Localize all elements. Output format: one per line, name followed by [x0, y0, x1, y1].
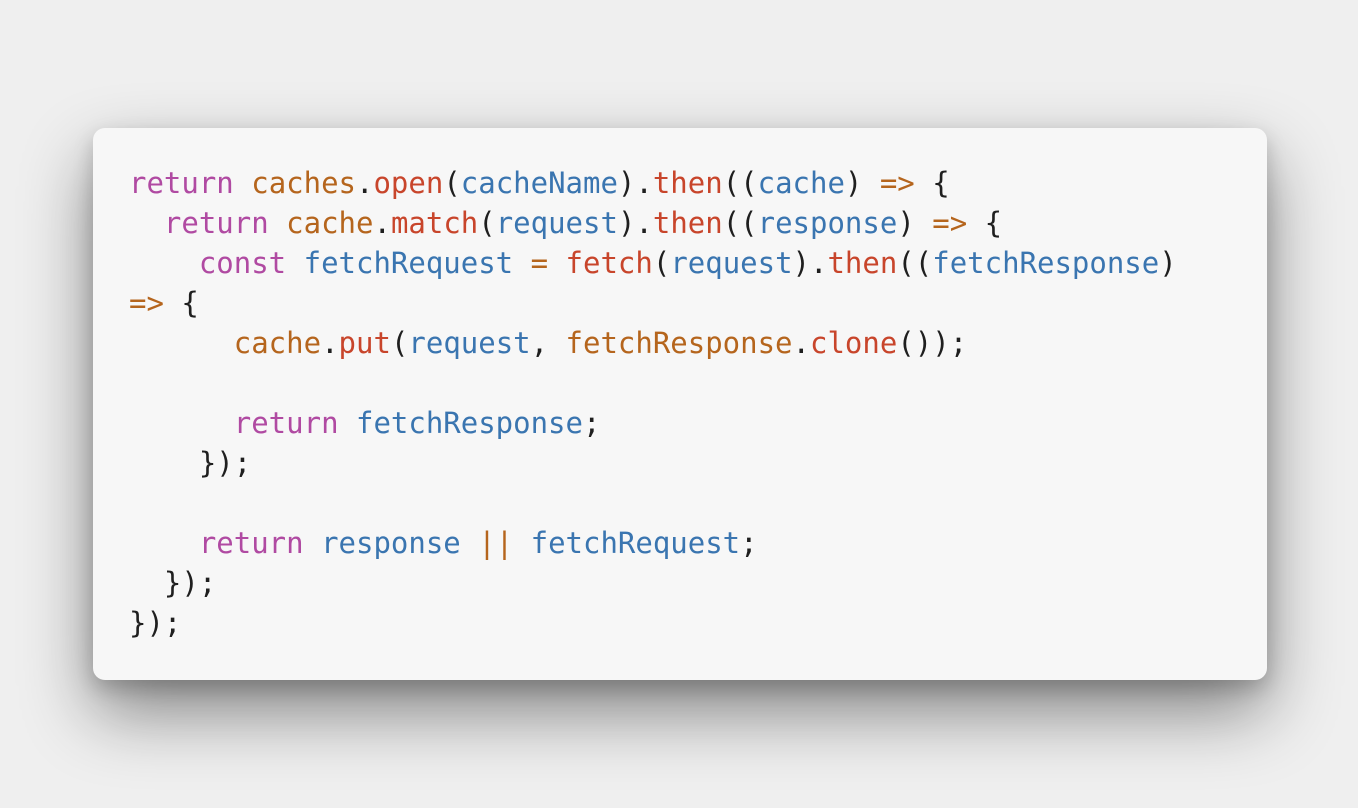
variable-token: response	[321, 526, 461, 560]
code-line: const fetchRequest = fetch(request).then…	[129, 243, 1267, 283]
variable-token: response	[757, 206, 898, 240]
punctuation-token: )	[897, 206, 933, 240]
punctuation-token	[548, 246, 565, 280]
code-line: return response || fetchRequest;	[129, 523, 1267, 563]
code-line: => {	[129, 283, 1267, 323]
variable-token: fetchRequest	[303, 246, 514, 280]
code-line: });	[129, 563, 1267, 603]
punctuation-token	[129, 406, 234, 440]
punctuation-token: ).	[617, 206, 653, 240]
punctuation-token: });	[129, 566, 217, 600]
punctuation-token: )	[844, 166, 880, 200]
object-token: cache	[286, 206, 374, 240]
punctuation-token: ((	[897, 246, 933, 280]
punctuation-token	[304, 526, 321, 560]
punctuation-token	[234, 166, 251, 200]
variable-token: request	[495, 206, 618, 240]
punctuation-token: ;	[740, 526, 758, 560]
function-token: open	[373, 166, 444, 200]
punctuation-token	[129, 526, 199, 560]
punctuation-token: ((	[722, 166, 758, 200]
variable-token: cacheName	[460, 166, 618, 200]
variable-token: fetchResponse	[356, 406, 583, 440]
code-line: cache.put(request, fetchResponse.clone()…	[129, 323, 1267, 363]
code-card: return caches.open(cacheName).then((cach…	[93, 128, 1267, 680]
punctuation-token: ((	[722, 206, 758, 240]
code-line: return cache.match(request).then((respon…	[129, 203, 1267, 243]
punctuation-token	[129, 326, 234, 360]
function-token: put	[338, 326, 391, 360]
function-token: clone	[810, 326, 898, 360]
punctuation-token	[513, 246, 530, 280]
variable-token: fetchRequest	[530, 526, 741, 560]
punctuation-token	[339, 406, 356, 440]
punctuation-token: (	[652, 246, 671, 280]
code-line: return fetchResponse;	[129, 403, 1267, 443]
punctuation-token: .	[356, 166, 374, 200]
keyword-token: const	[198, 246, 287, 280]
keyword-token: return	[129, 166, 234, 200]
punctuation-token: ());	[897, 326, 968, 360]
object-token: caches	[251, 166, 356, 200]
object-token: cache	[233, 326, 322, 360]
punctuation-token: ).	[792, 246, 828, 280]
function-token: then	[652, 166, 723, 200]
punctuation-token	[129, 246, 199, 280]
function-token: fetch	[565, 246, 653, 280]
punctuation-token	[461, 526, 478, 560]
operator-token: =>	[932, 206, 968, 240]
code-line: return caches.open(cacheName).then((cach…	[129, 163, 1267, 203]
keyword-token: return	[163, 206, 269, 240]
operator-token: =>	[879, 166, 915, 200]
object-token: fetchResponse	[565, 326, 793, 360]
punctuation-token	[269, 206, 286, 240]
canvas: return caches.open(cacheName).then((cach…	[0, 0, 1358, 808]
function-token: then	[827, 246, 898, 280]
punctuation-token: (	[443, 166, 461, 200]
punctuation-token: {	[914, 166, 950, 200]
punctuation-token: .	[373, 206, 391, 240]
punctuation-token: ).	[617, 166, 653, 200]
punctuation-token: {	[163, 286, 199, 320]
punctuation-token	[129, 206, 164, 240]
punctuation-token: });	[129, 446, 252, 480]
punctuation-token: .	[321, 326, 339, 360]
function-token: match	[390, 206, 479, 240]
punctuation-token	[513, 526, 530, 560]
punctuation-token	[286, 246, 303, 280]
function-token: then	[652, 206, 723, 240]
operator-token: ||	[478, 526, 514, 560]
keyword-token: return	[233, 406, 339, 440]
operator-token: =>	[129, 286, 164, 320]
operator-token: =	[530, 246, 549, 280]
variable-token: fetchResponse	[932, 246, 1160, 280]
variable-token: request	[670, 246, 793, 280]
variable-token: cache	[757, 166, 845, 200]
punctuation-token: .	[792, 326, 810, 360]
punctuation-token: ,	[530, 326, 566, 360]
keyword-token: return	[198, 526, 304, 560]
punctuation-token: });	[129, 606, 182, 640]
punctuation-token: ;	[582, 406, 601, 440]
code-line: });	[129, 443, 1267, 483]
punctuation-token: )	[1159, 246, 1177, 280]
code-line: });	[129, 603, 1267, 643]
punctuation-token: (	[390, 326, 409, 360]
punctuation-token: {	[967, 206, 1003, 240]
punctuation-token: (	[478, 206, 496, 240]
code-block: return caches.open(cacheName).then((cach…	[129, 163, 1267, 643]
variable-token: request	[408, 326, 531, 360]
